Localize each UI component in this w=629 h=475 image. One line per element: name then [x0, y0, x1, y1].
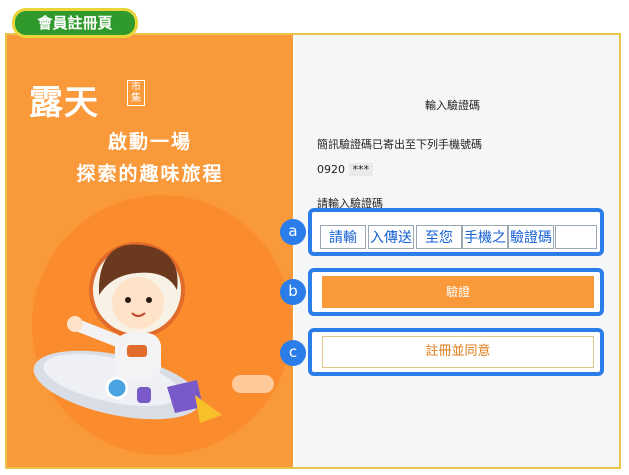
- hero-panel: 露天 市集 啟動一場 探索的趣味旅程: [7, 35, 293, 467]
- marker-a: a: [280, 219, 306, 245]
- marker-c: c: [280, 340, 306, 366]
- page-title-badge: 會員註冊頁: [12, 8, 138, 38]
- phone-masked: ***: [348, 163, 373, 176]
- marker-b: b: [280, 279, 306, 305]
- form-heading: 輸入驗證碼: [425, 99, 480, 112]
- verify-button[interactable]: 驗證: [322, 276, 594, 308]
- phone-prefix: 0920: [317, 163, 345, 176]
- register-button-highlight: 註冊並同意: [308, 328, 604, 376]
- verify-button-highlight: 驗證: [308, 268, 604, 316]
- code-cell-1[interactable]: 請輸: [320, 225, 366, 249]
- code-input-group: 請輸 入傳送 至您 手機之 驗證碼: [308, 208, 604, 256]
- register-agree-button[interactable]: 註冊並同意: [322, 336, 594, 368]
- code-cell-5[interactable]: 驗證碼: [508, 225, 554, 249]
- code-cell-4[interactable]: 手機之: [462, 225, 508, 249]
- code-cell-3[interactable]: 至您: [416, 225, 462, 249]
- phone-number: 0920 ***: [317, 163, 373, 176]
- code-cell-6[interactable]: [555, 225, 597, 249]
- astronaut-rocket-illustration: [33, 242, 222, 423]
- sms-notice: 簡訊驗證碼已寄出至下列手機號碼: [317, 138, 482, 151]
- code-cell-2[interactable]: 入傳送: [368, 225, 414, 249]
